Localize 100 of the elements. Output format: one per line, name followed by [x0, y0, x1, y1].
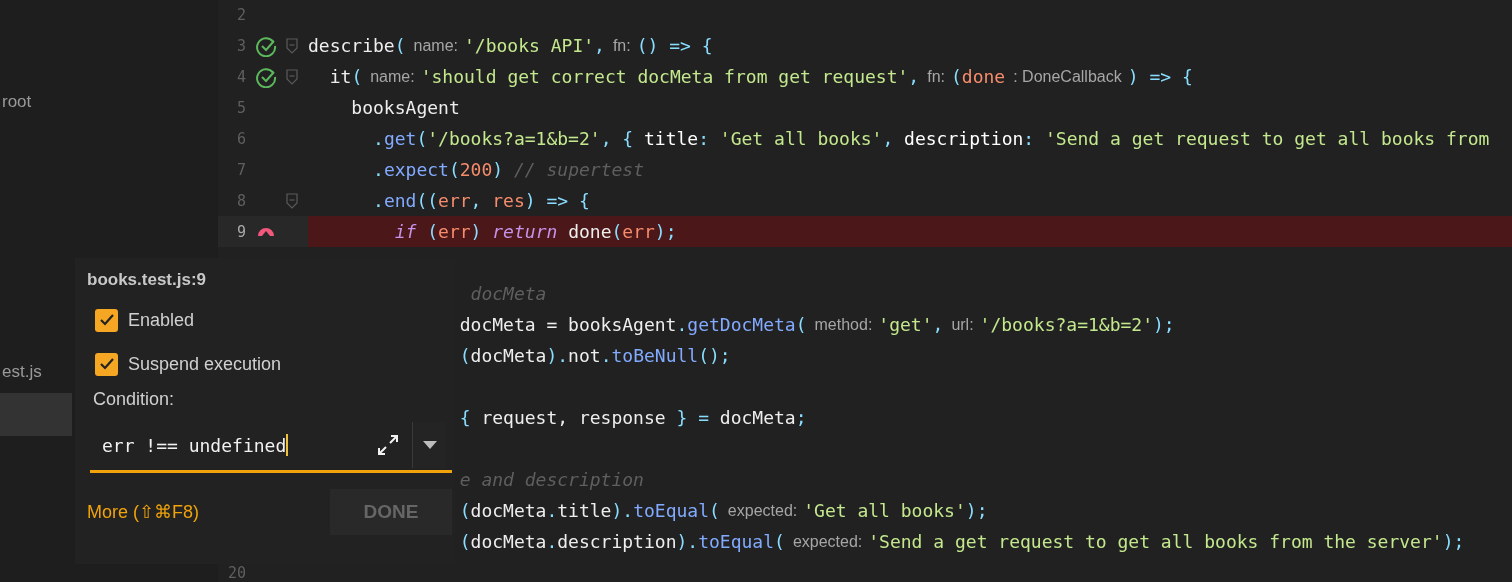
- code-text: title: [557, 500, 612, 521]
- code-punctuation: (: [795, 314, 807, 335]
- parameter-name: err: [438, 221, 471, 242]
- parameter-hint: fn:: [927, 67, 945, 86]
- parameter-hint: : DoneCallback: [1013, 67, 1122, 86]
- line-number: 3: [235, 36, 246, 55]
- checkmark-icon: [99, 314, 114, 326]
- code-punctuation: (: [709, 500, 720, 521]
- code-punctuation: ).: [611, 500, 634, 521]
- string-literal: 'should get correct docMeta from get request': [420, 66, 909, 87]
- code-punctuation: ).: [546, 345, 569, 366]
- checkbox-label: Enabled: [128, 309, 195, 331]
- code-punctuation: ,: [908, 66, 920, 87]
- number-literal: 200: [459, 159, 493, 180]
- checkbox[interactable]: [95, 308, 118, 332]
- condition-input-field[interactable]: err !== undefined: [90, 420, 452, 473]
- condition-text: err !== undefined: [102, 434, 287, 456]
- parameter-hint: method:: [814, 315, 873, 334]
- code-punctuation: ,: [594, 35, 605, 56]
- expand-icon[interactable]: [378, 435, 398, 455]
- code-text: docMeta: [718, 407, 796, 428]
- code-punctuation: .: [676, 314, 688, 335]
- string-literal: 'Get all books': [719, 128, 883, 149]
- code-punctuation: ;: [795, 407, 807, 428]
- line-number: 20: [226, 563, 246, 582]
- parameter-hint: name:: [413, 36, 458, 55]
- code-punctuation: );: [1153, 314, 1175, 335]
- code-text: booksAgent: [351, 97, 460, 118]
- line-number: 6: [235, 129, 246, 148]
- checkmark-icon: [99, 358, 114, 370]
- code-punctuation: } =: [676, 407, 709, 428]
- code-text: describe: [308, 35, 395, 56]
- popup-title: books.test.js:9: [87, 270, 208, 291]
- method-name: end: [383, 190, 417, 211]
- code-text: it: [329, 66, 352, 87]
- code-punctuation: (: [951, 66, 962, 87]
- code-text: done: [567, 221, 612, 242]
- code-punctuation: (: [448, 159, 460, 180]
- parameter-hint: expected:: [792, 532, 863, 551]
- parameter-hint: fn:: [612, 36, 631, 55]
- code-punctuation: ();: [698, 345, 731, 366]
- method-name: toEqual: [698, 531, 775, 552]
- parameter-hint: expected:: [727, 501, 798, 520]
- string-literal: 'Send a get request to get all books from: [1045, 128, 1490, 149]
- code-punctuation: :: [1023, 128, 1036, 149]
- method-name: toBeNull: [611, 345, 699, 366]
- code-punctuation: ): [492, 159, 504, 180]
- line-number: 8: [235, 191, 246, 210]
- parameter-hint: url:: [951, 315, 974, 334]
- condition-label: Condition:: [92, 388, 176, 411]
- code-punctuation: (: [351, 66, 363, 87]
- line-number: 9: [235, 222, 246, 241]
- code-punctuation: .: [546, 500, 558, 521]
- method-name: expect: [383, 159, 449, 180]
- code-text: not: [568, 345, 601, 366]
- text-cursor: [286, 434, 289, 456]
- code-punctuation: (: [426, 221, 439, 242]
- string-literal: '/books API': [464, 35, 595, 56]
- code-punctuation: .: [373, 159, 384, 180]
- line-number: 2: [235, 5, 246, 24]
- code-text: docMeta: [470, 345, 547, 366]
- code-punctuation: () => {: [636, 35, 713, 56]
- code-text: docMeta: [470, 531, 547, 552]
- method-name: toEqual: [633, 500, 709, 521]
- code-punctuation: (: [459, 345, 471, 366]
- code-punctuation: ,: [932, 314, 944, 335]
- parameter-name: err: [622, 221, 655, 242]
- code-punctuation: (: [611, 221, 623, 242]
- more-link[interactable]: More (⇧⌘F8): [87, 501, 199, 523]
- code-comment: // supertest: [512, 159, 644, 180]
- string-literal: 'Send a get request to get all books from the server': [868, 531, 1443, 552]
- code-punctuation: .: [546, 531, 558, 552]
- sidebar-item[interactable]: root: [0, 80, 218, 123]
- code-punctuation: (: [459, 500, 471, 521]
- code-punctuation: );: [965, 500, 988, 521]
- property-name: description: [904, 128, 1024, 149]
- line-number: 7: [235, 160, 246, 179]
- code-punctuation: (: [416, 128, 428, 149]
- code-punctuation: ((: [416, 190, 439, 211]
- code-text: docMeta = booksAgent: [459, 314, 677, 335]
- code-punctuation: .: [373, 190, 384, 211]
- checkbox-label: Suspend execution: [128, 353, 282, 375]
- line-number: 4: [235, 67, 246, 86]
- string-literal: '/books?a=1&b=2': [979, 314, 1153, 335]
- code-punctuation: ,: [882, 128, 895, 149]
- code-punctuation: );: [1442, 531, 1465, 552]
- code-punctuation: );: [654, 221, 677, 242]
- code-punctuation: ).: [676, 531, 699, 552]
- property-name: title: [644, 128, 699, 149]
- code-text: request, response: [480, 407, 667, 428]
- code-punctuation: {: [459, 407, 471, 428]
- parameter-hint: name:: [370, 67, 415, 86]
- code-punctuation: ): [470, 221, 483, 242]
- code-comment: e and description: [459, 469, 644, 490]
- code-punctuation: ,: [470, 190, 483, 211]
- code-punctuation: :: [698, 128, 710, 149]
- code-punctuation: ) => {: [1127, 66, 1193, 87]
- code-comment: docMeta: [470, 283, 547, 304]
- string-literal: '/books?a=1&b=2': [427, 128, 601, 149]
- checkbox[interactable]: [95, 352, 118, 376]
